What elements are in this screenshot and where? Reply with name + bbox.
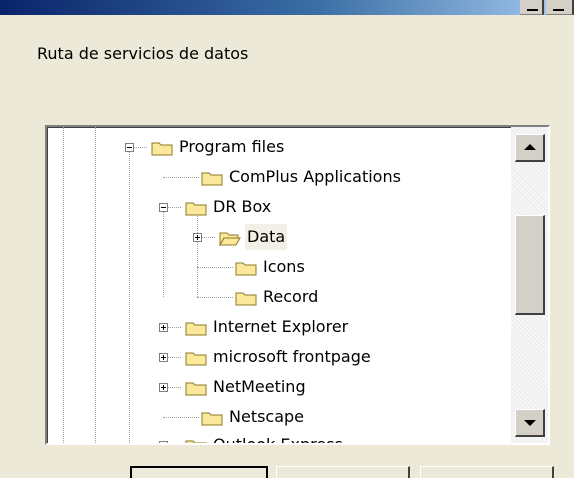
- minimize-button[interactable]: [520, 0, 544, 15]
- tree-guide-line: [197, 211, 198, 297]
- tree-item-label: Icons: [263, 257, 305, 276]
- tree-connector: [163, 177, 199, 178]
- folder-tree[interactable]: Program files ComPlus Applications DR Bo…: [45, 125, 550, 445]
- tree-guide-line: [163, 211, 164, 297]
- scrollbar-thumb[interactable]: [515, 215, 545, 315]
- scroll-down-button[interactable]: [515, 409, 545, 437]
- arrow-down-icon: [524, 420, 536, 426]
- folder-icon: [201, 412, 223, 426]
- folder-icon: [201, 172, 223, 186]
- folder-icon: [185, 322, 207, 336]
- expand-data-icon[interactable]: [193, 233, 202, 242]
- expand-microsoft-frontpage-icon[interactable]: [159, 353, 168, 362]
- folder-icon: [151, 142, 173, 156]
- tree-item-label: microsoft frontpage: [213, 347, 371, 366]
- cancel-button[interactable]: [276, 466, 410, 478]
- vertical-scrollbar[interactable]: [511, 127, 548, 443]
- collapse-dr-box-icon[interactable]: [159, 203, 168, 212]
- tree-item-label: Outlook Express: [213, 435, 343, 445]
- folder-icon: [235, 262, 257, 276]
- tree-guide-line: [129, 151, 130, 443]
- expand-netmeeting-icon[interactable]: [159, 383, 168, 392]
- tree-item-label: Netscape: [229, 407, 305, 426]
- ok-button[interactable]: [130, 466, 268, 478]
- scroll-up-button[interactable]: [515, 134, 545, 162]
- maximize-icon: [553, 9, 564, 11]
- folder-icon: [185, 440, 207, 443]
- tree-connector: [197, 267, 233, 268]
- folder-icon: [185, 352, 207, 366]
- folder-icon: [185, 202, 207, 216]
- folder-icon: [185, 382, 207, 396]
- tree-item-label: NetMeeting: [213, 377, 306, 396]
- minimize-icon: [527, 9, 538, 11]
- arrow-up-icon: [524, 144, 536, 150]
- title-bar: [0, 0, 574, 15]
- expand-internet-explorer-icon[interactable]: [159, 323, 168, 332]
- tree-connector: [197, 297, 233, 298]
- tree-item-label: ComPlus Applications: [229, 167, 401, 186]
- tree-item-label: Record: [263, 287, 319, 306]
- expand-outlook-express-icon[interactable]: [159, 441, 168, 443]
- maximize-button[interactable]: [546, 0, 574, 15]
- help-button[interactable]: [420, 466, 554, 478]
- collapse-program-files-icon[interactable]: [125, 143, 134, 152]
- tree-guide-line: [63, 127, 64, 443]
- folder-icon: [235, 292, 257, 306]
- tree-item-label: Internet Explorer: [213, 317, 349, 336]
- tree-item-label: DR Box: [213, 197, 272, 216]
- tree-connector: [163, 417, 199, 418]
- tree-guide-line: [95, 127, 96, 443]
- tree-item-label: Data: [245, 224, 288, 250]
- open-folder-icon: [219, 232, 241, 246]
- tree-item-label: Program files: [179, 137, 285, 156]
- data-services-path-label: Ruta de servicios de datos: [37, 44, 249, 63]
